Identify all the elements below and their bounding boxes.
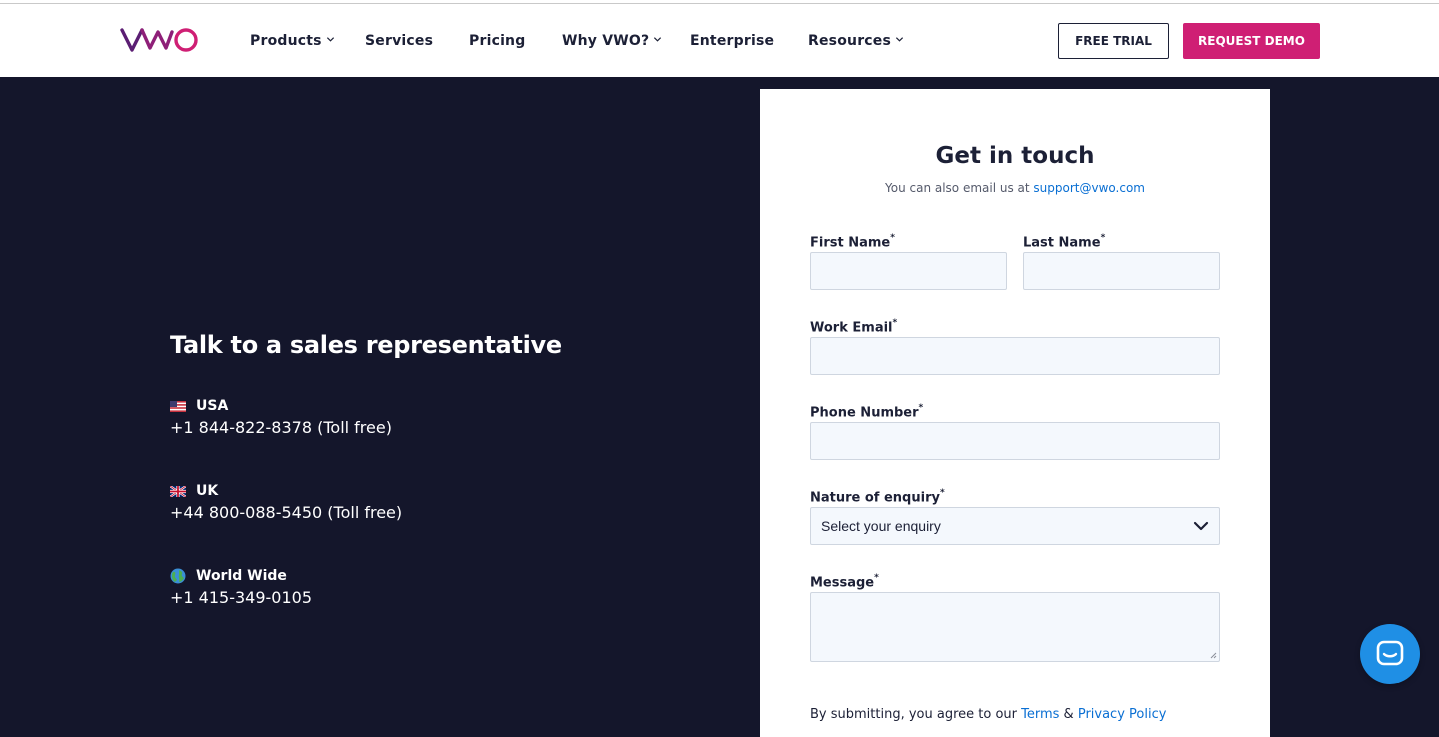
nav-pricing[interactable]: Pricing <box>469 31 525 51</box>
site-header: Products Services Pricing Why VWO? Enter… <box>0 4 1439 77</box>
required-mark: * <box>892 318 898 328</box>
request-demo-button[interactable]: REQUEST DEMO <box>1183 23 1320 59</box>
consent-and: & <box>1059 707 1078 722</box>
nav-products-label: Products <box>250 33 322 49</box>
required-mark: * <box>939 488 945 498</box>
region-world-wide-title: World Wide <box>170 567 312 585</box>
page: Products Services Pricing Why VWO? Enter… <box>0 0 1439 737</box>
enquiry-select-value: Select your enquiry <box>821 518 941 534</box>
region-name: USA <box>196 398 229 414</box>
phone-number-input[interactable] <box>810 422 1220 460</box>
enquiry-label: Nature of enquiry* <box>810 488 945 506</box>
region-usa-title: USA <box>170 397 392 415</box>
nav-products[interactable]: Products <box>250 31 335 51</box>
consent-prefix: By submitting, you agree to our <box>810 707 1022 722</box>
region-world-wide: World Wide +1 415-349-0105 <box>170 567 312 607</box>
chevron-down-icon <box>1193 521 1209 531</box>
required-mark: * <box>918 403 924 413</box>
last-name-label-text: Last Name <box>1023 235 1101 251</box>
terms-link[interactable]: Terms <box>1021 707 1059 722</box>
nav-enterprise[interactable]: Enterprise <box>690 31 774 51</box>
free-trial-button[interactable]: FREE TRIAL <box>1058 23 1169 59</box>
last-name-input[interactable] <box>1023 252 1220 290</box>
sales-heading: Talk to a sales representative <box>170 331 562 359</box>
first-name-label-text: First Name <box>810 235 891 251</box>
region-phone[interactable]: +1 415-349-0105 <box>170 588 312 607</box>
region-uk-title: UK <box>170 482 402 500</box>
chat-icon <box>1376 640 1404 666</box>
phone-number-label: Phone Number* <box>810 403 924 421</box>
nav-pricing-label: Pricing <box>469 33 526 49</box>
resize-handle-icon[interactable] <box>1209 651 1217 659</box>
work-email-input[interactable] <box>810 337 1220 375</box>
required-mark: * <box>1100 233 1106 243</box>
region-uk: UK +44 800-088-5450 (Toll free) <box>170 482 402 522</box>
nav-why-vwo-label: Why VWO? <box>562 33 650 49</box>
work-email-label-text: Work Email <box>810 320 893 336</box>
contact-form-card: Get in touch You can also email us at su… <box>760 89 1270 737</box>
nav-services[interactable]: Services <box>365 31 433 51</box>
first-name-label: First Name* <box>810 233 895 251</box>
message-label-text: Message <box>810 575 875 591</box>
nav-services-label: Services <box>365 33 434 49</box>
enquiry-select[interactable]: Select your enquiry <box>810 507 1220 545</box>
privacy-policy-link[interactable]: Privacy Policy <box>1078 707 1167 722</box>
nav-resources-label: Resources <box>808 33 892 49</box>
chevron-down-icon <box>654 37 662 42</box>
nav-enterprise-label: Enterprise <box>690 33 775 49</box>
consent-text: By submitting, you agree to our Terms & … <box>810 707 1166 722</box>
required-mark: * <box>874 573 879 583</box>
support-email-link[interactable]: support@vwo.com <box>1033 181 1145 195</box>
region-name: World Wide <box>196 568 287 584</box>
enquiry-label-text: Nature of enquiry <box>810 490 940 506</box>
required-mark: * <box>890 233 895 243</box>
message-label: Message* <box>810 573 879 591</box>
chat-launcher-button[interactable] <box>1360 624 1420 684</box>
form-subtitle: You can also email us at support@vwo.com <box>760 181 1270 195</box>
chevron-down-icon <box>895 37 904 42</box>
phone-number-label-text: Phone Number <box>810 405 919 421</box>
chevron-down-icon <box>326 37 334 42</box>
vwo-logo[interactable] <box>120 24 200 56</box>
us-flag-icon <box>170 400 186 412</box>
region-phone[interactable]: +44 800-088-5450 (Toll free) <box>170 503 402 522</box>
last-name-label: Last Name* <box>1023 233 1106 251</box>
message-textarea[interactable] <box>810 592 1220 662</box>
nav-resources[interactable]: Resources <box>808 31 904 51</box>
globe-icon <box>170 568 186 584</box>
region-name: UK <box>196 483 219 499</box>
uk-flag-icon <box>170 485 186 497</box>
work-email-label: Work Email* <box>810 318 898 336</box>
region-phone[interactable]: +1 844-822-8378 (Toll free) <box>170 418 392 437</box>
nav-why-vwo[interactable]: Why VWO? <box>562 31 662 51</box>
first-name-input[interactable] <box>810 252 1007 290</box>
region-usa: USA +1 844-822-8378 (Toll free) <box>170 397 392 437</box>
form-subtitle-text: You can also email us at <box>885 181 1034 195</box>
form-title: Get in touch <box>935 143 1095 169</box>
